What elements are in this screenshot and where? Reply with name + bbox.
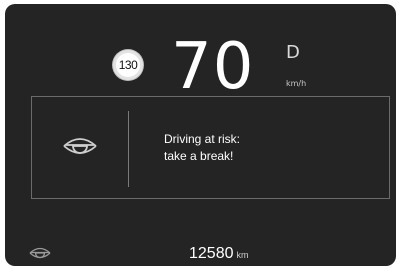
speed-unit: km/h	[286, 79, 307, 88]
drowsy-eye-icon	[63, 138, 97, 154]
current-speed: 70	[171, 30, 255, 104]
odometer-value: 12580	[189, 245, 234, 262]
alert-line-2: take a break!	[164, 149, 234, 163]
alert-message: Driving at risk: take a break!	[164, 131, 240, 165]
speed-limit-value: 130	[118, 58, 138, 72]
odometer: 12580 km	[189, 245, 249, 263]
alert-line-1: Driving at risk:	[164, 132, 241, 146]
panel-divider	[128, 111, 129, 187]
drowsy-eye-icon	[29, 247, 51, 259]
driver-alert-panel: Driving at risk: take a break!	[31, 96, 390, 199]
odometer-unit: km	[236, 250, 249, 260]
speed-limit-sign: 130	[113, 50, 143, 80]
gear-indicator: D	[286, 42, 300, 63]
instrument-cluster-display: 130 70 D km/h Driving at risk: take a br…	[5, 4, 396, 266]
